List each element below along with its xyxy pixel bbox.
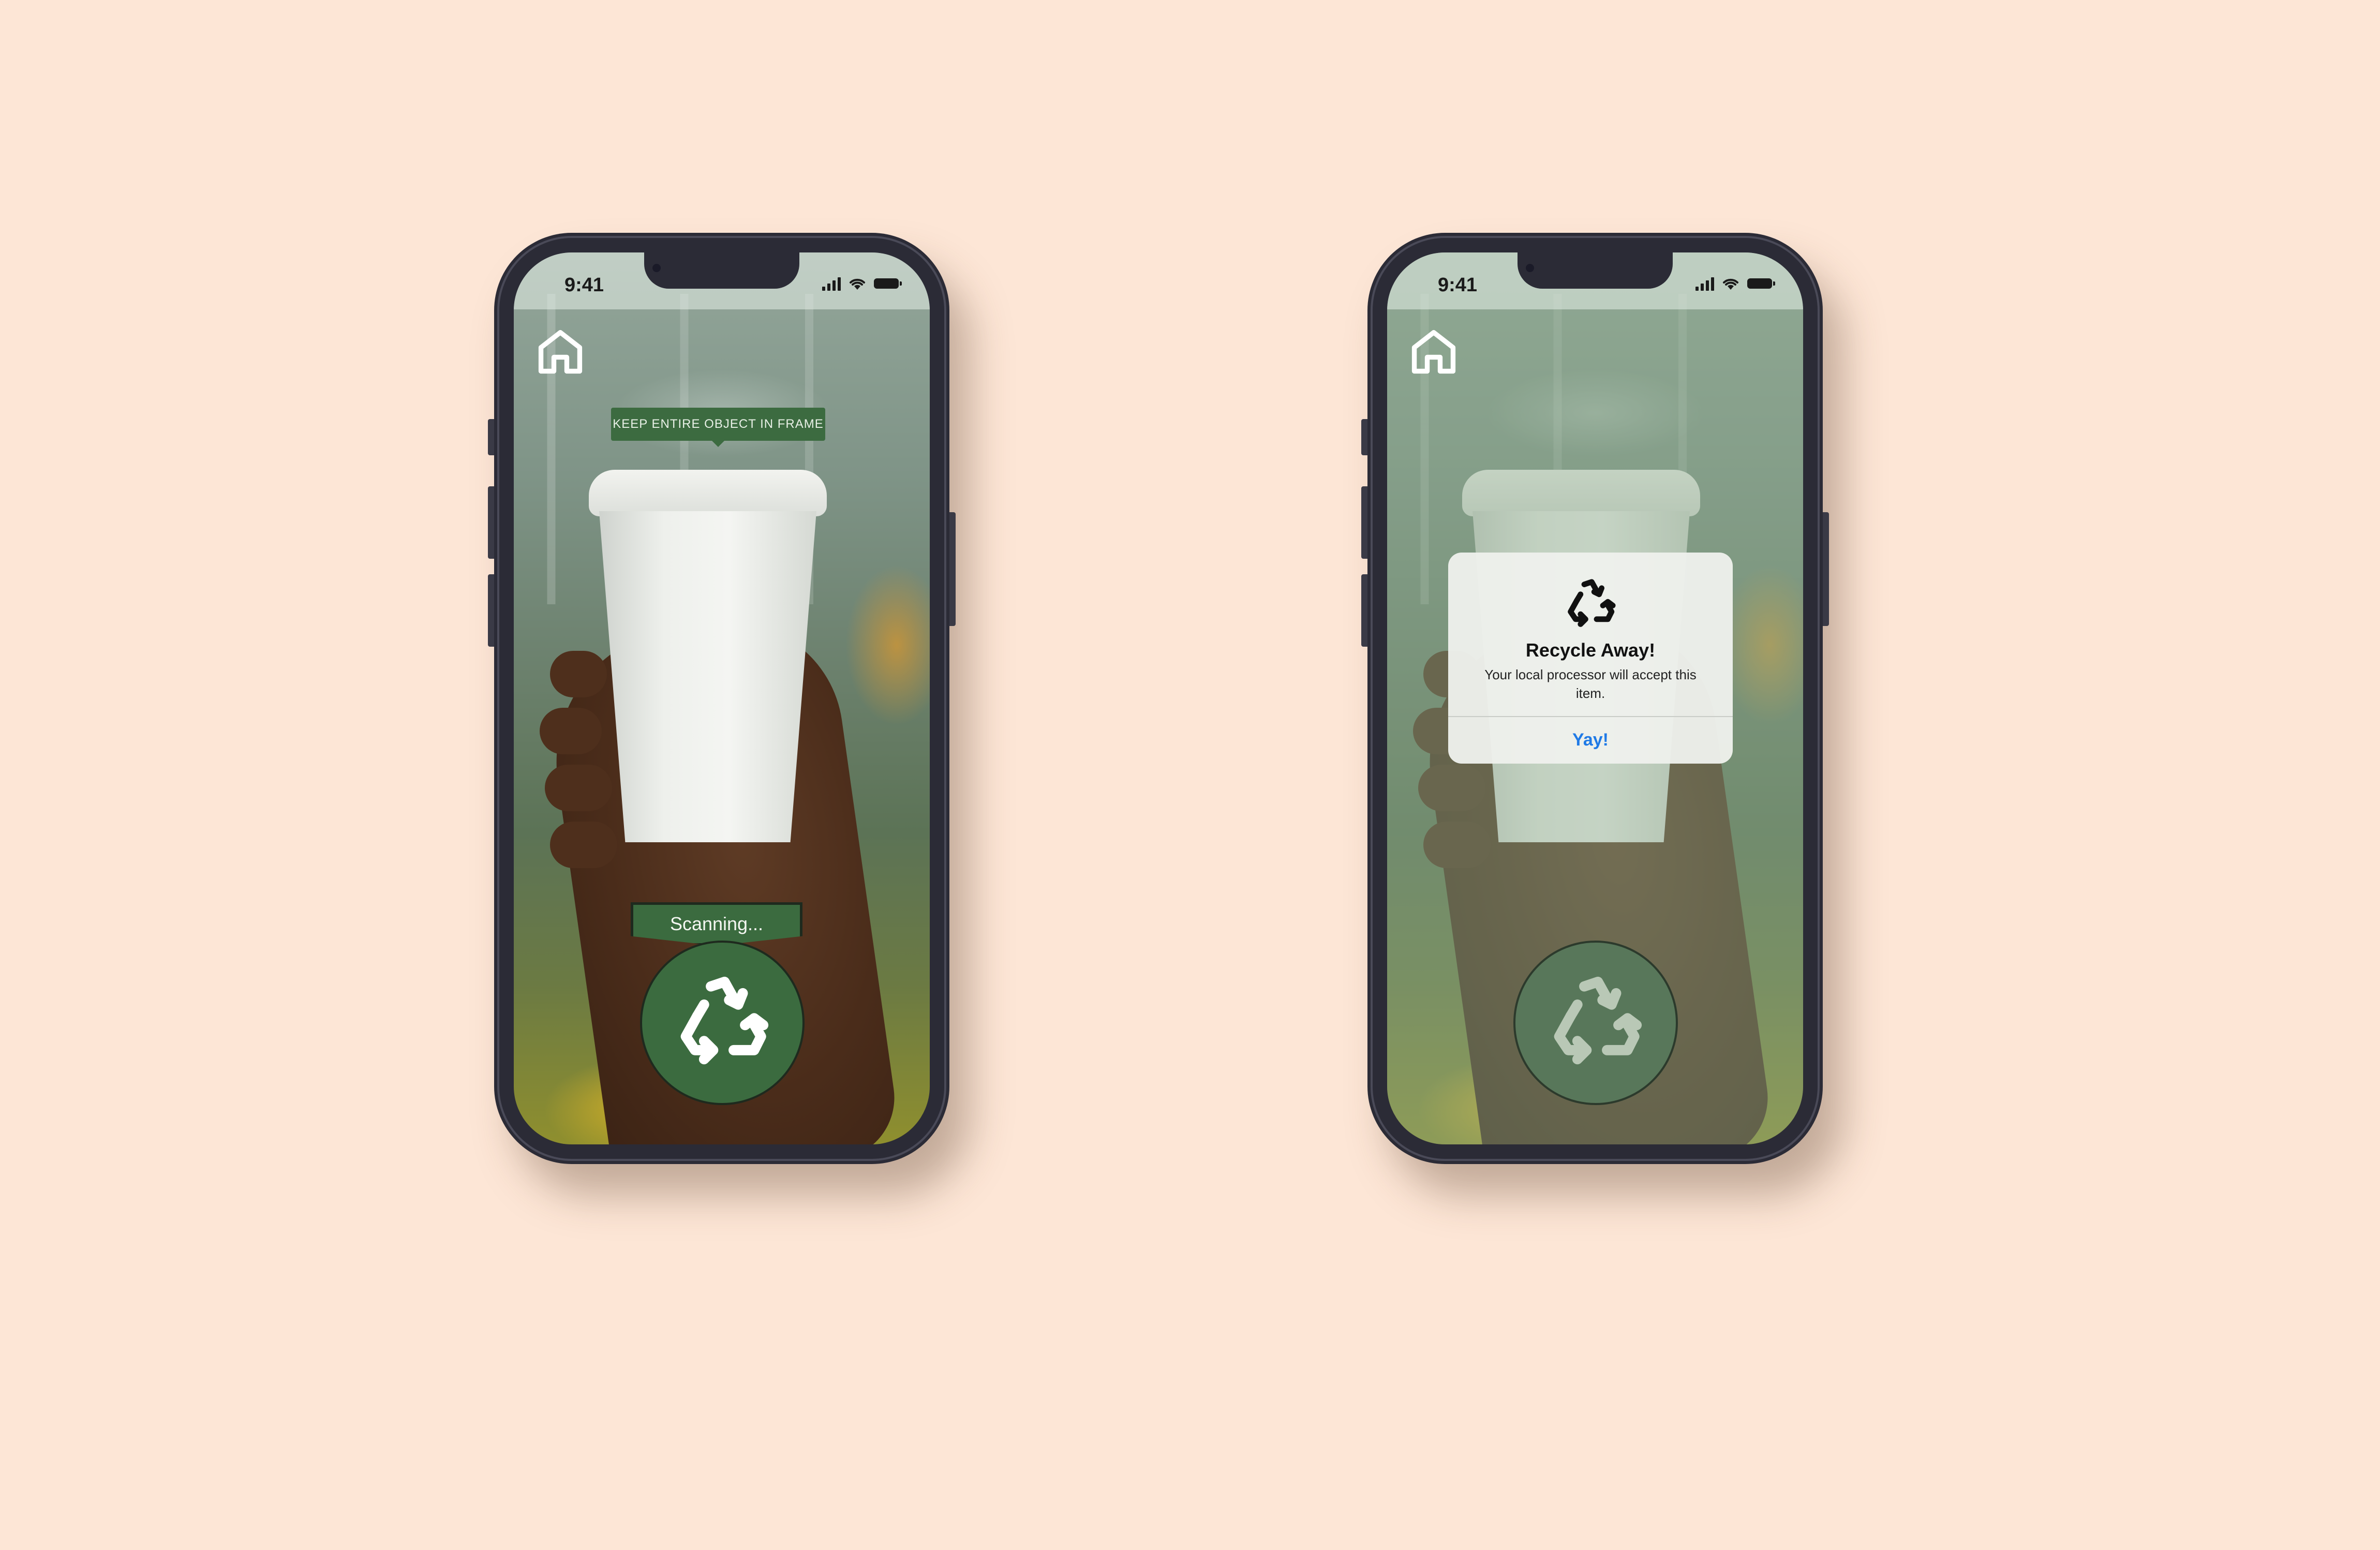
volume-up-button <box>488 486 494 559</box>
power-button <box>949 512 956 626</box>
battery-icon <box>874 278 902 289</box>
volume-up-button <box>1361 486 1367 559</box>
front-camera <box>652 264 661 272</box>
phone-mockup-scanning: 9:41 KEEP ENTIRE OBJECT IN FRAME Scannin… <box>488 233 956 1164</box>
volume-down-button <box>1361 574 1367 647</box>
power-button <box>1823 512 1829 626</box>
mute-switch <box>488 419 494 455</box>
result-alert-dialog: Recycle Away! Your local processor will … <box>1448 553 1733 764</box>
scan-button <box>1513 941 1678 1105</box>
recycle-icon <box>1559 573 1622 635</box>
status-time: 9:41 <box>1438 274 1478 296</box>
front-camera <box>1526 264 1534 272</box>
wifi-icon <box>850 278 865 290</box>
home-icon[interactable] <box>1407 325 1461 379</box>
battery-icon <box>1747 278 1775 289</box>
yay-button[interactable]: Yay! <box>1448 716 1733 764</box>
notch <box>1518 252 1673 289</box>
scan-button[interactable] <box>640 941 805 1105</box>
cup-body <box>599 511 816 842</box>
cup-lid <box>589 470 827 516</box>
recycle-icon <box>665 966 779 1080</box>
wifi-icon <box>1723 278 1738 290</box>
volume-down-button <box>488 574 494 647</box>
cellular-signal-icon <box>822 276 841 291</box>
camera-screen: 9:41 Recycle Away! Your local processor … <box>1387 252 1803 1144</box>
status-icons <box>1695 275 1775 292</box>
camera-screen: 9:41 KEEP ENTIRE OBJECT IN FRAME Scannin… <box>514 252 930 1144</box>
frame-hint-tooltip: KEEP ENTIRE OBJECT IN FRAME <box>611 408 825 447</box>
notch <box>644 252 799 289</box>
status-time: 9:41 <box>564 274 604 296</box>
alert-message: Your local processor will accept this it… <box>1484 667 1697 701</box>
coffee-cup-image <box>589 470 827 842</box>
status-icons <box>822 275 902 292</box>
recycle-icon <box>1539 966 1653 1080</box>
alert-title: Recycle Away! <box>1525 639 1656 661</box>
phone-mockup-result: 9:41 Recycle Away! Your local processor … <box>1361 233 1829 1164</box>
mute-switch <box>1361 419 1367 455</box>
home-icon[interactable] <box>533 325 587 379</box>
cellular-signal-icon <box>1695 276 1714 291</box>
